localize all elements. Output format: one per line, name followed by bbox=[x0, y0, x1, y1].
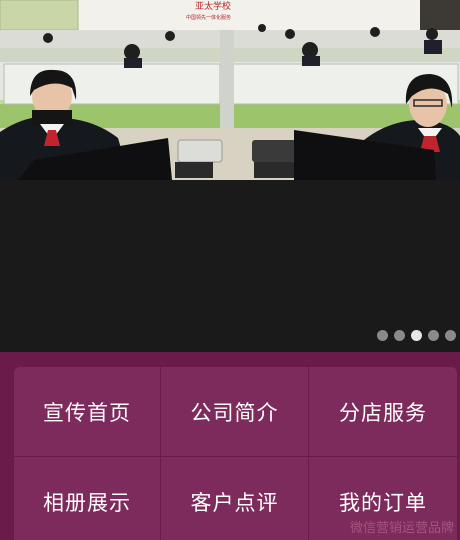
menu-item-home[interactable]: 宣传首页 bbox=[14, 367, 161, 457]
main-menu: 宣传首页 公司简介 分店服务 相册展示 客户点评 我的订单 微信营销运营品牌 bbox=[0, 352, 460, 540]
call-center-photo[interactable]: 亚太学校 中国领先一体化服务 bbox=[0, 0, 460, 180]
wall-sign: 亚太学校 bbox=[195, 0, 231, 12]
wall-sign-small: 中国领先一体化服务 bbox=[186, 14, 231, 21]
menu-item-customer-reviews[interactable]: 客户点评 bbox=[161, 457, 309, 540]
carousel-dot[interactable] bbox=[394, 330, 405, 341]
carousel-dot[interactable] bbox=[377, 330, 388, 341]
menu-grid: 宣传首页 公司简介 分店服务 相册展示 客户点评 我的订单 bbox=[14, 367, 458, 540]
carousel-dot[interactable] bbox=[445, 330, 456, 341]
menu-item-company-intro[interactable]: 公司简介 bbox=[161, 367, 309, 457]
carousel-indicator[interactable] bbox=[377, 330, 456, 342]
office-scene: 亚太学校 中国领先一体化服务 bbox=[0, 0, 460, 180]
banner-carousel[interactable]: 亚太学校 中国领先一体化服务 bbox=[0, 0, 460, 352]
watermark: 微信营销运营品牌 bbox=[349, 521, 454, 536]
carousel-dot[interactable] bbox=[428, 330, 439, 341]
menu-item-label: 宣传首页 bbox=[43, 400, 131, 425]
menu-item-label: 客户点评 bbox=[190, 490, 279, 515]
menu-item-photo-gallery[interactable]: 相册展示 bbox=[14, 457, 161, 540]
carousel-dot-active[interactable] bbox=[411, 330, 422, 341]
menu-item-label: 我的订单 bbox=[339, 490, 427, 515]
menu-item-label: 相册展示 bbox=[43, 490, 131, 515]
menu-item-label: 公司简介 bbox=[190, 400, 279, 425]
menu-item-label: 分店服务 bbox=[339, 400, 427, 425]
menu-item-branch-service[interactable]: 分店服务 bbox=[309, 367, 458, 457]
